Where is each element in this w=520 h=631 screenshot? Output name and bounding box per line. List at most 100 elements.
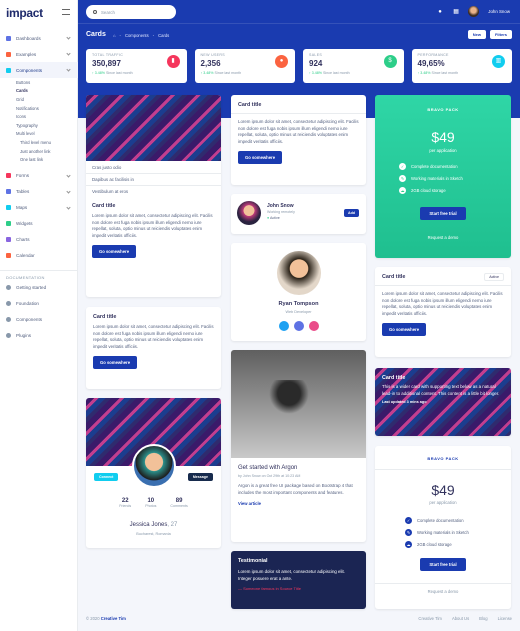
- sidebar-sub-icons[interactable]: Icons: [0, 112, 78, 121]
- member-role: Web Developer: [285, 310, 312, 314]
- widgets-icon: [6, 221, 11, 227]
- footer-link-license[interactable]: License: [498, 616, 512, 621]
- active-card: Card title Active Lorem ipsum dolor sit …: [375, 267, 511, 357]
- user-name[interactable]: John Snow: [488, 9, 510, 14]
- sidebar-sub-multi-level[interactable]: Multi level: [0, 130, 78, 139]
- dribbble-icon[interactable]: [308, 321, 319, 331]
- page-header: Cards ⌂ - Components - Cards New Filters: [86, 30, 512, 42]
- active-badge[interactable]: Active: [484, 273, 504, 281]
- sidenav-toggle-icon[interactable]: [62, 9, 70, 15]
- footer-link-blog[interactable]: Blog: [479, 616, 487, 621]
- sidebar-sub-typography[interactable]: Typography: [0, 121, 78, 130]
- home-icon[interactable]: ⌂: [113, 33, 116, 38]
- sidebar-item-forms[interactable]: Forms: [0, 168, 78, 184]
- pencil-icon: ✎: [399, 175, 406, 182]
- chevron-icon: [66, 189, 71, 194]
- pricing-features: ✓ Complete documentation ✎ Working materia…: [399, 163, 463, 194]
- go-somewhere-button[interactable]: Go somewhere: [93, 356, 138, 370]
- user-avatar[interactable]: [468, 6, 480, 17]
- overlay-text: This is a wider card with supporting tex…: [382, 384, 500, 396]
- sidebar-deep-last[interactable]: One last link: [0, 155, 78, 164]
- sidebar-sub-buttons[interactable]: Buttons: [0, 78, 78, 87]
- sidebar-doc-plugins[interactable]: Plugins: [0, 328, 78, 344]
- breadcrumb: ⌂ - Components - Cards: [113, 33, 170, 38]
- rocket-icon: [6, 285, 11, 291]
- footer-link-about[interactable]: About Us: [452, 616, 469, 621]
- pricing-features: ✓ Complete documentation ✎ Working materia…: [405, 517, 469, 548]
- card-text: Lorem ipsum dolor sit amet, consectetur …: [92, 213, 213, 238]
- twitter-icon[interactable]: [278, 321, 289, 331]
- filters-button[interactable]: Filters: [489, 30, 512, 39]
- sidebar-item-widgets[interactable]: Widgets: [0, 216, 78, 232]
- pie-chart-icon: ●: [275, 55, 288, 68]
- calendar-icon: [6, 253, 11, 259]
- sidebar-deep-another[interactable]: Just another link: [0, 147, 78, 156]
- add-button[interactable]: Add: [344, 209, 359, 217]
- pricing-price: $49: [431, 129, 455, 145]
- breadcrumb-components[interactable]: Components: [125, 33, 149, 38]
- start-trial-button[interactable]: Start free trial: [420, 558, 466, 571]
- member-avatar: [277, 251, 321, 295]
- footer-link-creative-tim[interactable]: Creative Tim: [418, 616, 442, 621]
- sidebar-sub-grid[interactable]: Grid: [0, 95, 78, 104]
- message-button[interactable]: Message: [187, 473, 213, 481]
- new-button[interactable]: New: [467, 30, 486, 39]
- footer-brand-link[interactable]: Creative Tim: [101, 616, 126, 621]
- team-member-card: Ryan Tompson Web Developer: [231, 243, 366, 341]
- profile-avatar: [132, 444, 176, 488]
- sidebar-item-tables[interactable]: Tables: [0, 184, 78, 200]
- cloud-icon: ☁: [405, 541, 412, 548]
- profile-card: Connect Message 22 Friends 10 Photos 89 Com…: [86, 398, 221, 548]
- sidebar-doc-getting-started[interactable]: Getting started: [0, 280, 78, 296]
- card-text: Lorem ipsum dolor sit amet, consectetur …: [382, 291, 503, 316]
- check-icon: ✓: [399, 163, 406, 170]
- sidebar-item-dashboards[interactable]: Dashboards: [0, 30, 78, 46]
- sidebar-doc-foundation[interactable]: Foundation: [0, 296, 78, 312]
- sidebar-doc-components[interactable]: Components: [0, 312, 78, 328]
- connect-button[interactable]: Connect: [94, 473, 119, 481]
- profile-stats: 22 Friends 10 Photos 89 Comments: [119, 498, 188, 508]
- topbar-icons: ● ▦ John Snow: [438, 6, 510, 17]
- blog-title: Get started with Argon: [238, 465, 298, 471]
- sidebar-item-components[interactable]: Components: [0, 62, 78, 78]
- forms-icon: [6, 173, 11, 179]
- facebook-icon[interactable]: [293, 321, 304, 331]
- page-title: Cards: [86, 31, 106, 38]
- go-somewhere-button[interactable]: Go somewhere: [238, 151, 283, 165]
- go-somewhere-button[interactable]: Go somewhere: [382, 323, 427, 337]
- request-demo-link[interactable]: Request a demo: [375, 235, 511, 240]
- request-demo-link[interactable]: Request a demo: [375, 589, 511, 594]
- grid-icon[interactable]: ▦: [453, 9, 459, 15]
- brand-logo[interactable]: impact: [6, 6, 43, 20]
- start-trial-button[interactable]: Start free trial: [420, 207, 466, 220]
- sidebar-item-charts[interactable]: Charts: [0, 232, 78, 248]
- breadcrumb-current: Cards: [158, 33, 170, 38]
- sidebar-sub-notifications[interactable]: Notifications: [0, 104, 78, 113]
- sidebar: impact Dashboards Examples Components Bu…: [0, 0, 78, 631]
- card-title: Card title: [238, 102, 262, 108]
- documentation-heading: DOCUMENTATION: [0, 269, 78, 280]
- card-text: Lorem ipsum dolor sit amet, consectetur …: [93, 324, 214, 349]
- money-icon: $: [383, 55, 397, 68]
- testimonial-card: Testimonial Lorem ipsum dolor sit amet, …: [231, 551, 366, 609]
- list-item: Dapibus ac facilisis in: [86, 173, 221, 185]
- sidebar-item-maps[interactable]: Maps: [0, 200, 78, 216]
- blog-image: [231, 350, 366, 458]
- go-somewhere-button[interactable]: Go somewhere: [92, 245, 137, 259]
- ui-icon: [6, 317, 11, 323]
- bell-icon[interactable]: ●: [438, 9, 444, 15]
- view-article-link[interactable]: View article: [238, 501, 359, 506]
- sidebar-item-examples[interactable]: Examples: [0, 46, 78, 62]
- components-icon: [6, 67, 11, 73]
- sidebar-sub-cards[interactable]: Cards: [0, 87, 78, 96]
- overlay-title: Card title: [382, 375, 406, 381]
- sidebar-deep-third[interactable]: Third level menu: [0, 138, 78, 147]
- blog-text: Argon is a great free UI package based o…: [238, 483, 353, 495]
- sidebar-item-calendar[interactable]: Calendar: [0, 248, 78, 264]
- footer: © 2020 Creative Tim Creative Tim About U…: [86, 616, 512, 621]
- search-input[interactable]: Search: [86, 5, 176, 19]
- testimonial-author: — Someone famous in Source Title: [238, 586, 301, 592]
- chevron-icon: [66, 67, 71, 72]
- chart-icon: ▥: [492, 55, 505, 68]
- chart-bar-icon: ▮: [166, 55, 180, 68]
